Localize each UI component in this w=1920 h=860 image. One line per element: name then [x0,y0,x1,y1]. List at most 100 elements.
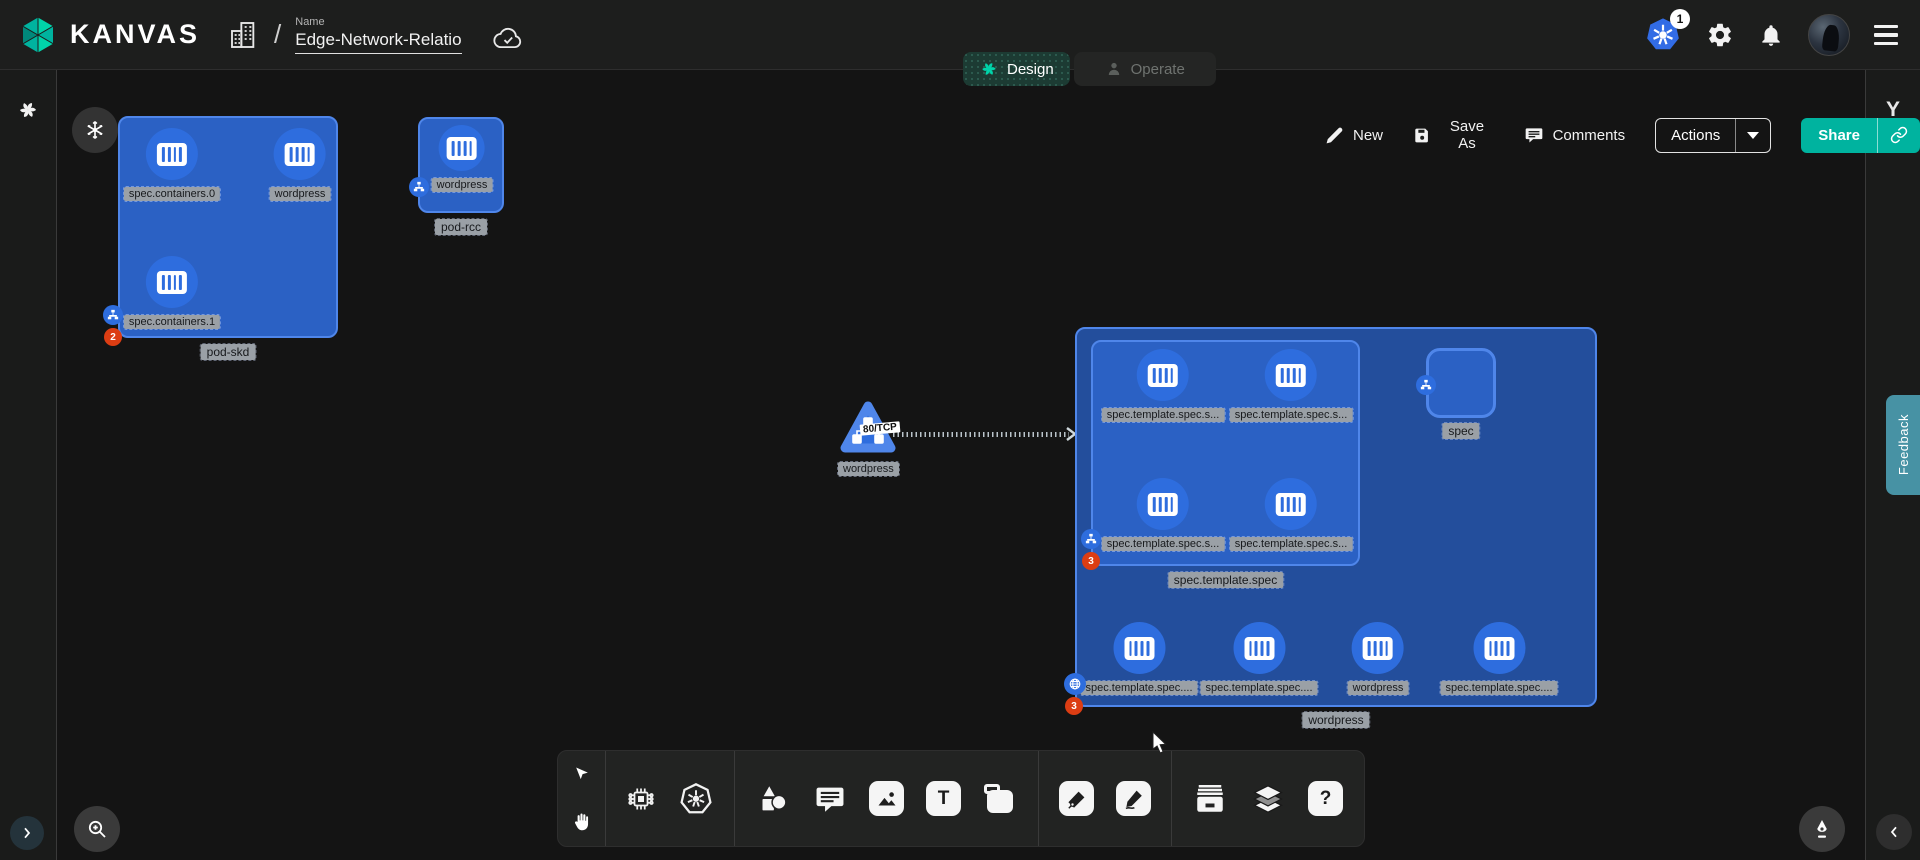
design-name-field[interactable]: Name Edge-Network-Relatio [295,16,461,54]
save-as-button[interactable]: Save As [1413,118,1494,152]
chevron-left-icon [1886,824,1902,840]
app-header: KANVAS / Name Edge-Network-Relatio [0,0,1920,70]
cursor-arrow-icon [572,765,592,785]
pod-port-icon[interactable] [1081,529,1101,549]
comment-icon [1524,125,1544,145]
kanvas-logo[interactable]: KANVAS [0,13,200,57]
components-tool-button[interactable] [626,784,656,814]
kubernetes-context-button[interactable]: 1 [1644,16,1682,54]
designs-panel-button[interactable] [16,98,40,122]
pod-port-icon[interactable] [1416,375,1436,395]
text-tool-button[interactable]: T [926,781,961,816]
node-label: wordpress [432,178,493,192]
pod-port-icon[interactable] [409,177,429,197]
error-count-badge[interactable]: 3 [1065,697,1083,715]
kubernetes-helm-icon [678,781,714,817]
shapes-icon [755,781,791,817]
feedback-tab[interactable]: Feedback [1886,395,1920,495]
pen-tool-button[interactable] [1059,781,1094,816]
container-icon [274,128,326,180]
new-button[interactable]: New [1325,126,1383,145]
node-wordpress-container[interactable]: wordpress [1348,622,1409,695]
group-label: pod-skd [201,344,256,360]
group-label: spec.template.spec [1168,572,1283,588]
node-template-container[interactable]: spec.template.spec.... [1201,622,1318,695]
collapse-right-panel-button[interactable] [1876,814,1912,850]
group-pod-rcc[interactable]: wordpress pod-rcc [418,117,504,213]
container-icon [1352,622,1404,674]
notifications-button[interactable] [1758,21,1784,49]
node-wordpress-container[interactable]: wordpress [270,128,331,201]
design-name-label: Name [295,16,461,28]
group-pod-skd[interactable]: spec.containers.0 wordpress spec.contain… [118,116,338,338]
kubernetes-count-badge: 1 [1670,9,1690,29]
node-label: spec.template.spec.s... [1230,408,1353,422]
container-icon [1137,478,1189,530]
tab-design[interactable]: Design [963,52,1070,86]
comments-button[interactable]: Comments [1524,125,1626,145]
shapes-tool-button[interactable] [755,781,791,817]
node-spec-containers-1[interactable]: spec.containers.1 [124,256,220,329]
group-wordpress-deployment[interactable]: spec.template.spec.s... spec.template.sp… [1075,327,1597,707]
actions-dropdown-toggle[interactable] [1735,119,1770,152]
share-button[interactable]: Share [1801,118,1920,153]
copy-link-button[interactable] [1877,118,1920,153]
cluster-flower-button[interactable] [72,107,118,153]
container-icon [1473,622,1525,674]
node-spec-containers-0[interactable]: spec.containers.0 [124,128,220,201]
group-spec-template-spec[interactable]: spec.template.spec.s... spec.template.sp… [1091,340,1360,566]
node-label: spec.template.spec.s... [1230,537,1353,551]
app-title: KANVAS [70,19,200,50]
node-template-container[interactable]: spec.template.spec.s... [1230,478,1353,551]
hierarchy-icon [107,309,119,321]
drawer-tool-button[interactable] [1192,781,1228,817]
user-avatar[interactable] [1808,14,1850,56]
layers-tool-button[interactable] [1250,781,1286,817]
node-template-container[interactable]: spec.template.spec.... [1441,622,1558,695]
pencil-new-icon [1325,126,1344,145]
container-icon [1265,349,1317,401]
help-icon: ? [1308,781,1343,816]
layers-icon [1250,781,1286,817]
new-button-label: New [1353,127,1383,144]
node-wordpress-container[interactable]: wordpress [432,125,493,192]
expand-left-panel-button[interactable] [10,816,44,850]
node-template-container[interactable]: spec.template.spec.s... [1230,349,1353,422]
deployment-port-icon[interactable] [1064,673,1086,695]
container-icon [146,128,198,180]
kubernetes-tool-button[interactable] [678,781,714,817]
tab-operate[interactable]: Operate [1074,52,1216,86]
component-tools [606,751,734,846]
zoom-in-icon [85,817,109,841]
group-label: spec [1442,423,1479,439]
node-wordpress-service[interactable]: wordpress [838,400,899,476]
menu-button[interactable] [1874,25,1898,46]
node-template-container[interactable]: spec.template.spec.s... [1102,478,1225,551]
node-spec[interactable]: spec [1426,348,1496,418]
gear-icon [1706,21,1734,49]
save-icon [1413,126,1431,145]
image-tool-button[interactable] [869,781,904,816]
container-icon [1113,622,1165,674]
actions-button[interactable]: Actions [1655,118,1771,153]
chip-icon [626,784,656,814]
zoom-button[interactable] [74,806,120,852]
comment-tool-button[interactable] [813,782,847,816]
error-count-badge[interactable]: 2 [104,328,122,346]
service-edge[interactable] [893,432,1069,437]
ink-pen-button[interactable] [1799,806,1845,852]
settings-button[interactable] [1706,21,1734,49]
design-name-value[interactable]: Edge-Network-Relatio [295,30,461,54]
freehand-tool-button[interactable] [1116,781,1151,816]
select-tool-button[interactable] [558,751,605,799]
organization-icon [228,18,260,52]
node-label: spec.template.spec.... [1081,681,1198,695]
card-tool-button[interactable] [983,781,1018,816]
node-template-container[interactable]: spec.template.spec.s... [1102,349,1225,422]
pan-tool-button[interactable] [558,799,605,847]
node-template-container[interactable]: spec.template.spec.... [1081,622,1198,695]
error-count-badge[interactable]: 3 [1082,552,1100,570]
pod-port-icon[interactable] [103,305,123,325]
help-tool-button[interactable]: ? [1308,781,1343,816]
kanvas-logo-icon [16,13,60,57]
